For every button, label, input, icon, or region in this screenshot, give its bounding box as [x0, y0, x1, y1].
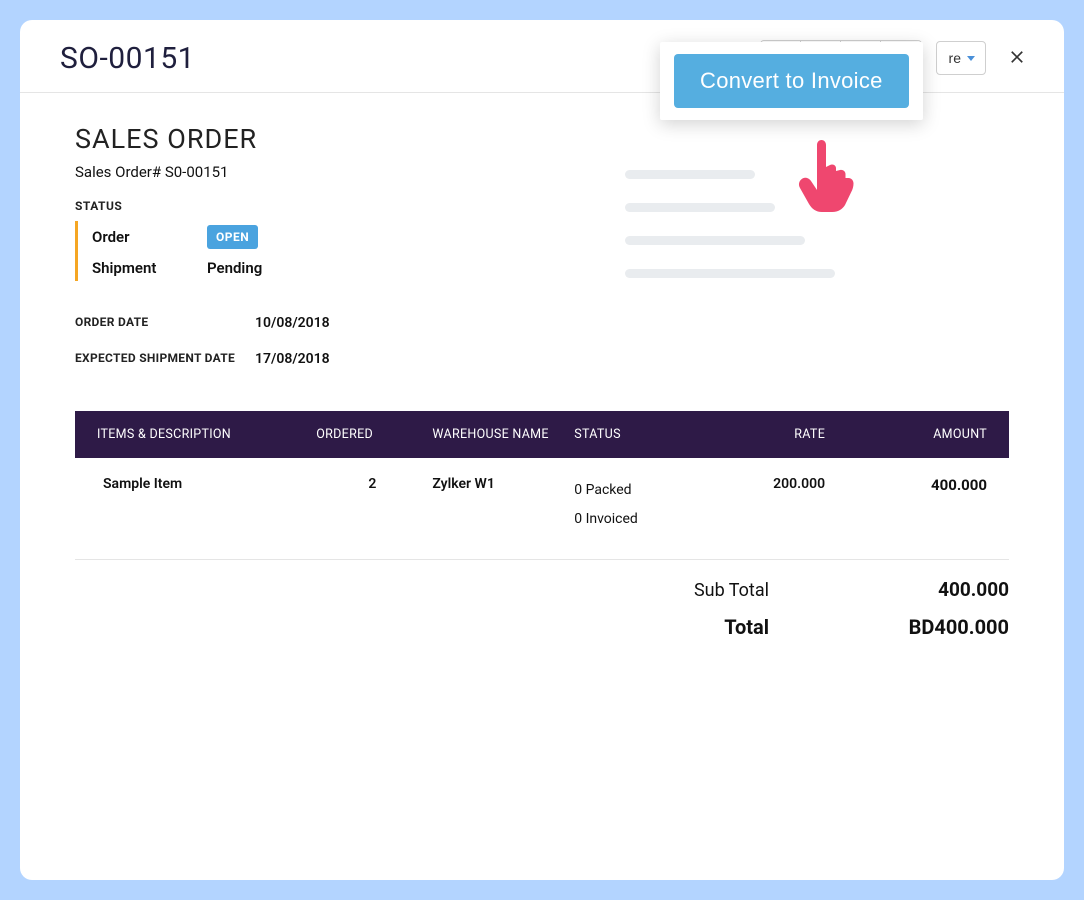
status-order-key: Order — [92, 228, 207, 246]
order-date-row: ORDER DATE 10/08/2018 — [75, 315, 1009, 331]
more-dropdown[interactable]: re — [936, 41, 986, 75]
convert-callout: Convert to Invoice — [660, 42, 923, 120]
th-warehouse: WAREHOUSE NAME — [432, 427, 574, 442]
placeholder-line — [625, 203, 775, 212]
cell-item: Sample Item — [97, 476, 316, 492]
convert-to-invoice-button[interactable]: Convert to Invoice — [674, 54, 909, 108]
close-icon — [1008, 48, 1026, 69]
sales-order-window: SO-00151 — [20, 20, 1064, 880]
ship-date-key: EXPECTED SHIPMENT DATE — [75, 351, 255, 367]
status-invoiced: 0 Invoiced — [574, 505, 716, 534]
subtotal-label: Sub Total — [599, 580, 769, 601]
cell-ordered: 2 — [316, 476, 432, 492]
status-shipment-value: Pending — [207, 259, 262, 277]
ship-date-value: 17/08/2018 — [255, 351, 330, 367]
subtotal-value: 400.000 — [839, 578, 1009, 601]
chevron-down-icon — [967, 56, 975, 61]
placeholder-line — [625, 269, 835, 278]
status-order-row: Order OPEN — [92, 225, 1009, 249]
subtotal-row: Sub Total 400.000 — [599, 578, 1009, 601]
items-table: ITEMS & DESCRIPTION ORDERED WAREHOUSE NA… — [75, 411, 1009, 560]
cell-status: 0 Packed 0 Invoiced — [574, 476, 716, 535]
more-label: re — [949, 50, 961, 66]
th-ordered: ORDERED — [316, 427, 432, 442]
status-block: Order OPEN Shipment Pending — [75, 221, 1009, 281]
totals: Sub Total 400.000 Total BD400.000 — [75, 578, 1009, 639]
order-date-value: 10/08/2018 — [255, 315, 330, 331]
table-row: Sample Item 2 Zylker W1 0 Packed 0 Invoi… — [75, 458, 1009, 560]
order-date-key: ORDER DATE — [75, 315, 255, 331]
cell-warehouse: Zylker W1 — [432, 476, 574, 492]
total-label: Total — [599, 615, 769, 639]
placeholder-line — [625, 236, 805, 245]
document-body: SALES ORDER Sales Order# S0-00151 STATUS… — [20, 93, 1064, 659]
doc-heading: SALES ORDER — [75, 123, 1009, 155]
status-shipment-row: Shipment Pending — [92, 259, 1009, 277]
total-value: BD400.000 — [839, 615, 1009, 639]
th-amount: AMOUNT — [845, 427, 987, 442]
meta-block: ORDER DATE 10/08/2018 EXPECTED SHIPMENT … — [75, 315, 1009, 367]
page-title: SO-00151 — [60, 41, 195, 76]
th-status: STATUS — [574, 427, 716, 442]
status-shipment-key: Shipment — [92, 259, 207, 277]
status-heading: STATUS — [75, 199, 1009, 213]
cell-rate: 200.000 — [716, 476, 845, 492]
placeholder-line — [625, 170, 755, 179]
status-packed: 0 Packed — [574, 476, 716, 505]
th-item: ITEMS & DESCRIPTION — [97, 427, 316, 442]
table-header: ITEMS & DESCRIPTION ORDERED WAREHOUSE NA… — [75, 411, 1009, 458]
placeholder-lines — [625, 170, 835, 278]
status-badge: OPEN — [207, 225, 258, 249]
cell-amount: 400.000 — [845, 476, 987, 494]
ship-date-row: EXPECTED SHIPMENT DATE 17/08/2018 — [75, 351, 1009, 367]
close-button[interactable] — [1000, 41, 1034, 75]
doc-subtitle: Sales Order# S0-00151 — [75, 163, 1009, 181]
th-rate: RATE — [716, 427, 845, 442]
total-row: Total BD400.000 — [599, 615, 1009, 639]
